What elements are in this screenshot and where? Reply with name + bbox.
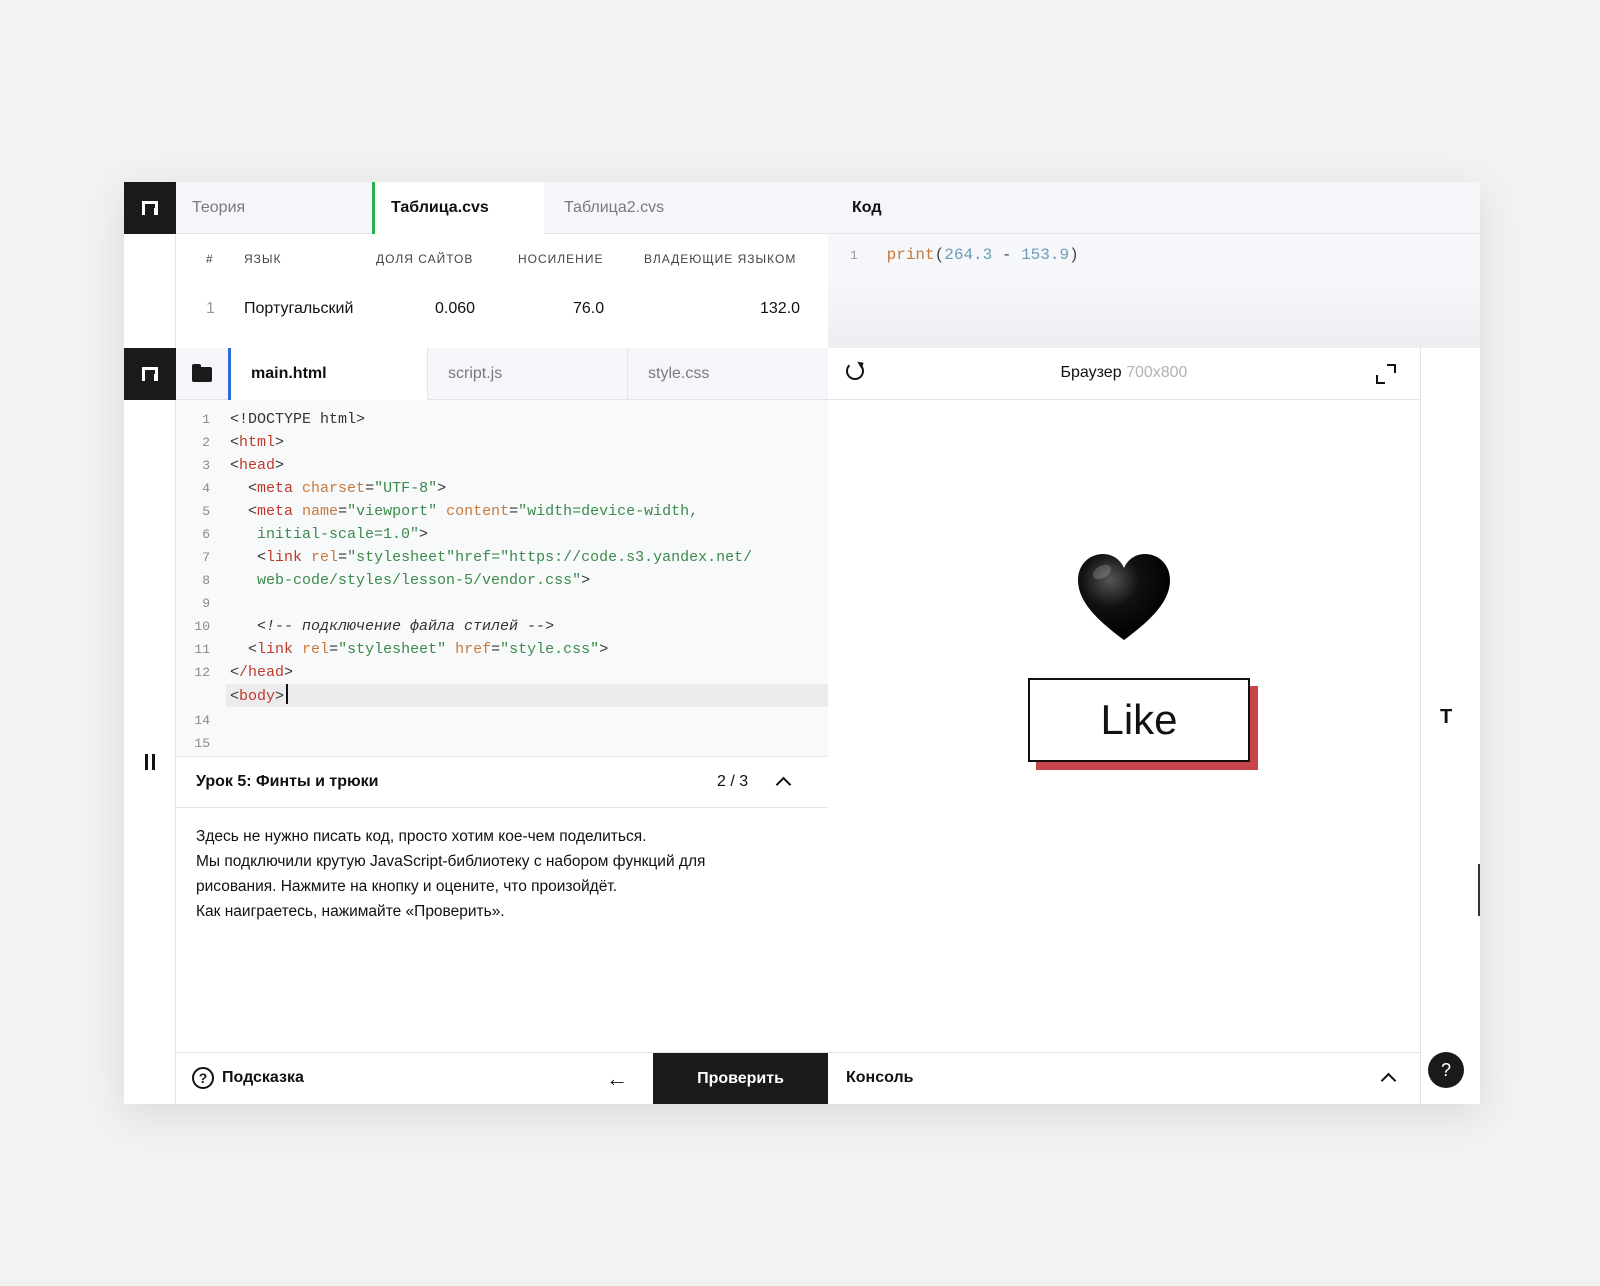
cell-language: Португальский bbox=[244, 300, 354, 317]
line-number: 11 bbox=[194, 642, 210, 657]
pause-icon[interactable] bbox=[145, 754, 155, 770]
lesson-paragraph: рисования. Нажмите на кнопку и оцените, … bbox=[196, 878, 617, 895]
editor-line: 14 bbox=[176, 709, 828, 732]
check-button[interactable]: Проверить bbox=[653, 1053, 828, 1104]
heart-icon bbox=[1078, 554, 1170, 640]
tab-table[interactable]: Таблица.cvs bbox=[372, 182, 544, 234]
col-speakers: НОСИЛЕНИЕ bbox=[518, 252, 604, 266]
col-fluent: ВЛАДЕЮЩИЕ ЯЗЫКОМ bbox=[644, 252, 797, 266]
code-fn: print bbox=[886, 246, 935, 264]
line-number: 10 bbox=[194, 619, 210, 634]
lesson-paragraph: Мы подключили крутую JavaScript-библиоте… bbox=[196, 853, 706, 870]
editor-line: 11 <link rel="stylesheet" href="style.cs… bbox=[176, 638, 828, 661]
tab-script-js[interactable]: script.js bbox=[428, 348, 628, 400]
col-index: # bbox=[206, 252, 214, 266]
line-number: 15 bbox=[194, 736, 210, 751]
code-pane-title: Код bbox=[828, 182, 1480, 234]
cell-index: 1 bbox=[206, 300, 215, 317]
line-number: 12 bbox=[194, 665, 210, 680]
logo-icon bbox=[142, 201, 158, 215]
lesson-text: Здесь не нужно писать код, просто хотим … bbox=[176, 808, 828, 1052]
code-paren: ( bbox=[934, 246, 945, 264]
folder-icon bbox=[192, 363, 212, 382]
tab-table2[interactable]: Таблица2.cvs bbox=[544, 182, 744, 234]
line-number: 6 bbox=[202, 527, 210, 542]
lesson-title: Урок 5: Финты и трюки bbox=[196, 773, 379, 790]
reload-icon[interactable] bbox=[846, 362, 864, 380]
lesson-paragraph: Как наиграетесь, нажимайте «Проверить». bbox=[196, 903, 505, 920]
browser-header: Браузер 700x800 bbox=[828, 348, 1420, 400]
editor-line: 4 <meta charset="UTF-8"> bbox=[176, 477, 828, 500]
browser-size: 700x800 bbox=[1126, 364, 1188, 381]
line-number: 9 bbox=[202, 596, 210, 611]
chevron-up-icon[interactable] bbox=[1380, 1072, 1397, 1089]
browser-title-label: Браузер bbox=[1060, 364, 1122, 381]
col-language: ЯЗЫК bbox=[244, 252, 282, 266]
browser-title: Браузер 700x800 bbox=[828, 364, 1420, 382]
line-number: 4 bbox=[202, 481, 210, 496]
rail-scroll-indicator[interactable] bbox=[1478, 864, 1480, 916]
editor-line: 2 <html> bbox=[176, 431, 828, 454]
editor-line: 1 <!DOCTYPE html> bbox=[176, 408, 828, 431]
editor-line: 8 web-code/styles/lesson-5/vendor.css"> bbox=[176, 569, 828, 592]
app-frame: Теория Таблица.cvs Таблица2.cvs # ЯЗЫК Д… bbox=[124, 182, 1480, 1104]
line-number: 14 bbox=[194, 713, 210, 728]
logo-icon bbox=[142, 367, 158, 381]
line-number: 3 bbox=[202, 458, 210, 473]
text-caret bbox=[286, 684, 289, 704]
back-arrow-icon[interactable]: ← bbox=[606, 1068, 628, 1090]
tab-style-css[interactable]: style.css bbox=[628, 348, 828, 400]
line-number: 8 bbox=[202, 573, 210, 588]
editor-line: 9 bbox=[176, 592, 828, 615]
file-tab-bar: main.html script.js style.css bbox=[176, 348, 828, 400]
chevron-up-icon[interactable] bbox=[775, 776, 792, 793]
code-num-b: 153.9 bbox=[1021, 246, 1070, 264]
tab-theory[interactable]: Теория bbox=[176, 182, 372, 234]
code-line[interactable]: 1 print(264.3 - 153.9) bbox=[850, 246, 1079, 264]
line-number: 2 bbox=[202, 435, 210, 450]
question-circle-icon[interactable]: ? bbox=[192, 1067, 214, 1089]
browser-viewport: Like bbox=[828, 400, 1420, 1052]
folder-button[interactable] bbox=[176, 348, 228, 400]
editor-line: 10 <!-- подключение файла стилей --> bbox=[176, 615, 828, 638]
editor-line: 5 <meta name="viewport" content="width=d… bbox=[176, 500, 828, 523]
help-button[interactable]: ? bbox=[1428, 1052, 1464, 1088]
code-paren-close: ) bbox=[1069, 246, 1079, 264]
cell-fluent: 132.0 bbox=[760, 300, 801, 317]
left-rail bbox=[124, 400, 176, 1104]
cell-site-share: 0.060 bbox=[435, 300, 476, 317]
expand-icon[interactable] bbox=[1376, 364, 1396, 384]
line-number: 7 bbox=[202, 550, 210, 565]
editor-line: 15 bbox=[176, 732, 828, 755]
like-button-wrap: Like bbox=[1028, 678, 1258, 770]
lesson-footer: ? Подсказка ← Проверить bbox=[176, 1052, 828, 1104]
hint-button[interactable]: Подсказка bbox=[222, 1069, 304, 1087]
console-label: Консоль bbox=[846, 1069, 914, 1086]
like-button[interactable]: Like bbox=[1028, 678, 1250, 762]
cell-speakers: 76.0 bbox=[573, 300, 605, 317]
editor-line: 3 <head> bbox=[176, 454, 828, 477]
editor-line: 12 </head> bbox=[176, 661, 828, 684]
code-line-number: 1 bbox=[850, 248, 858, 263]
console-bar[interactable]: Консоль bbox=[828, 1052, 1420, 1104]
tab-main-html[interactable]: main.html bbox=[228, 348, 428, 400]
code-op: - bbox=[992, 246, 1022, 264]
editor-line: 7 <link rel="stylesheet"href="https://co… bbox=[176, 546, 828, 569]
top-panel-toggle[interactable] bbox=[124, 182, 176, 234]
editor-panel-toggle[interactable] bbox=[124, 348, 176, 400]
text-tool-icon[interactable]: T bbox=[1440, 706, 1452, 729]
lesson-paragraph: Здесь не нужно писать код, просто хотим … bbox=[196, 828, 647, 845]
line-number: 5 bbox=[202, 504, 210, 519]
editor-current-line: <body> bbox=[226, 684, 828, 707]
lesson-progress: 2 / 3 bbox=[717, 773, 749, 790]
code-num-a: 264.3 bbox=[944, 246, 993, 264]
lesson-header[interactable]: Урок 5: Финты и трюки 2 / 3 bbox=[176, 756, 828, 808]
editor-line: 6 initial-scale=1.0"> bbox=[176, 523, 828, 546]
right-rail: T ? bbox=[1420, 348, 1480, 1104]
col-site-share: ДОЛЯ САЙТОВ bbox=[376, 252, 474, 266]
line-number: 1 bbox=[202, 412, 210, 427]
code-editor[interactable]: 1 <!DOCTYPE html> 2 <html> 3 <head> 4 <meta… bbox=[176, 400, 828, 756]
